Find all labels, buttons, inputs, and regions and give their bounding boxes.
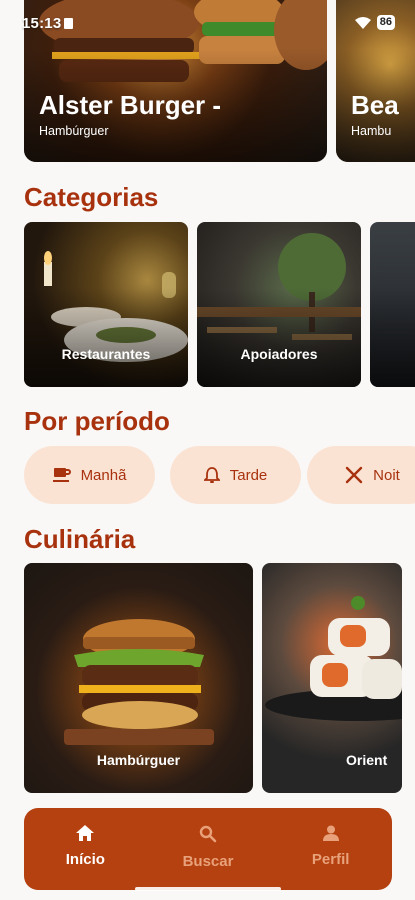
period-carousel[interactable]: Manhã Tarde Noit: [24, 446, 415, 504]
utensils-icon: [345, 466, 363, 484]
home-indicator[interactable]: [135, 887, 281, 891]
search-icon: [199, 825, 217, 843]
period-label: Manhã: [80, 466, 127, 484]
nav-label: Buscar: [182, 853, 234, 870]
home-icon: [76, 825, 95, 841]
period-label: Tarde: [229, 466, 268, 484]
featured-title: Bea: [351, 90, 399, 120]
nav-label: Perfil: [311, 851, 350, 868]
nav-item-home[interactable]: Início: [24, 808, 147, 890]
category-label: Apoiadores: [240, 346, 318, 362]
bell-icon: [203, 467, 220, 483]
featured-subtitle: Hambúrguer: [39, 124, 109, 138]
cuisine-card-burger[interactable]: Hambúrguer: [24, 563, 253, 793]
coffee-icon: [52, 468, 71, 482]
featured-carousel[interactable]: Alster Burger - Hambúrguer Bea Hambu: [24, 0, 415, 162]
section-title-cuisine: Culinária: [24, 524, 136, 554]
cuisine-carousel[interactable]: Hambúrguer Orient: [24, 563, 415, 793]
period-pill-morning[interactable]: Manhã: [24, 446, 155, 504]
bottom-navigation: Início Buscar Perfil: [24, 808, 392, 890]
category-card[interactable]: [370, 222, 415, 387]
featured-title: Alster Burger -: [39, 90, 222, 120]
cuisine-label: Orient: [346, 752, 388, 768]
category-card-restaurants[interactable]: Restaurantes: [24, 222, 188, 387]
period-pill-afternoon[interactable]: Tarde: [170, 446, 301, 504]
person-icon: [322, 825, 339, 841]
nav-label: Início: [65, 851, 105, 868]
period-label: Noit: [373, 466, 400, 484]
nav-item-profile[interactable]: Perfil: [269, 808, 392, 890]
section-title-period: Por período: [24, 406, 170, 436]
period-pill-night[interactable]: Noit: [307, 446, 415, 504]
featured-card[interactable]: Alster Burger - Hambúrguer: [24, 0, 327, 162]
featured-card[interactable]: Bea Hambu: [336, 0, 415, 162]
cuisine-card-oriental[interactable]: Orient: [262, 563, 402, 793]
section-title-categories: Categorias: [24, 182, 159, 212]
category-label: Restaurantes: [61, 346, 151, 362]
featured-subtitle: Hambu: [351, 124, 392, 138]
cuisine-label: Hambúrguer: [96, 752, 181, 768]
categories-carousel[interactable]: Restaurantes Apoiadores: [24, 222, 415, 387]
category-card-supporters[interactable]: Apoiadores: [197, 222, 361, 387]
nav-item-search[interactable]: Buscar: [147, 808, 270, 890]
